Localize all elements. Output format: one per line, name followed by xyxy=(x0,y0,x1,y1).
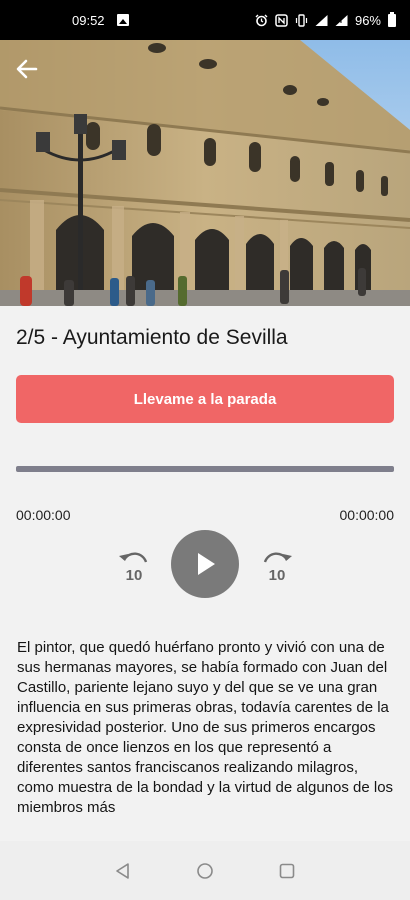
battery-percent: 96% xyxy=(354,12,381,28)
back-triangle-icon xyxy=(116,862,129,879)
stop-description: El pintor, que quedó huérfano pronto y v… xyxy=(17,639,394,816)
take-me-to-stop-button[interactable]: Llevame a la parada xyxy=(16,375,394,423)
battery-icon xyxy=(388,11,396,27)
back-button[interactable] xyxy=(10,52,44,86)
rewind-10-button[interactable]: 10 xyxy=(116,548,152,584)
signal-icon xyxy=(335,14,348,26)
forward-10-button[interactable]: 10 xyxy=(259,548,295,584)
nav-recents-button[interactable] xyxy=(246,841,328,900)
hero-image xyxy=(0,40,410,306)
wifi-icon xyxy=(315,14,328,26)
recents-square-icon xyxy=(279,863,295,878)
nav-back-button[interactable] xyxy=(82,841,164,900)
play-button[interactable] xyxy=(171,530,239,598)
rewind-icon: 10 xyxy=(119,552,148,584)
stop-title: 2/5 - Ayuntamiento de Sevilla xyxy=(16,326,288,349)
arrow-left-icon xyxy=(16,59,38,79)
audio-progress-bar[interactable] xyxy=(16,466,394,472)
image-icon xyxy=(116,14,129,26)
forward-icon: 10 xyxy=(263,552,292,584)
rewind-seconds: 10 xyxy=(126,567,143,584)
current-time: 00:00:00 xyxy=(16,507,71,523)
status-time: 09:52 xyxy=(72,12,105,28)
home-circle-icon xyxy=(197,862,213,879)
vibrate-icon xyxy=(295,13,308,27)
alarm-icon xyxy=(255,14,268,26)
player-controls: 10 10 xyxy=(0,530,410,600)
total-time: 00:00:00 xyxy=(339,507,395,523)
nfc-icon xyxy=(275,13,288,27)
nav-home-button[interactable] xyxy=(164,841,246,900)
status-bar: 09:52 96% xyxy=(0,0,410,40)
play-icon xyxy=(198,553,215,575)
forward-seconds: 10 xyxy=(269,567,286,584)
system-nav-bar xyxy=(0,841,410,900)
